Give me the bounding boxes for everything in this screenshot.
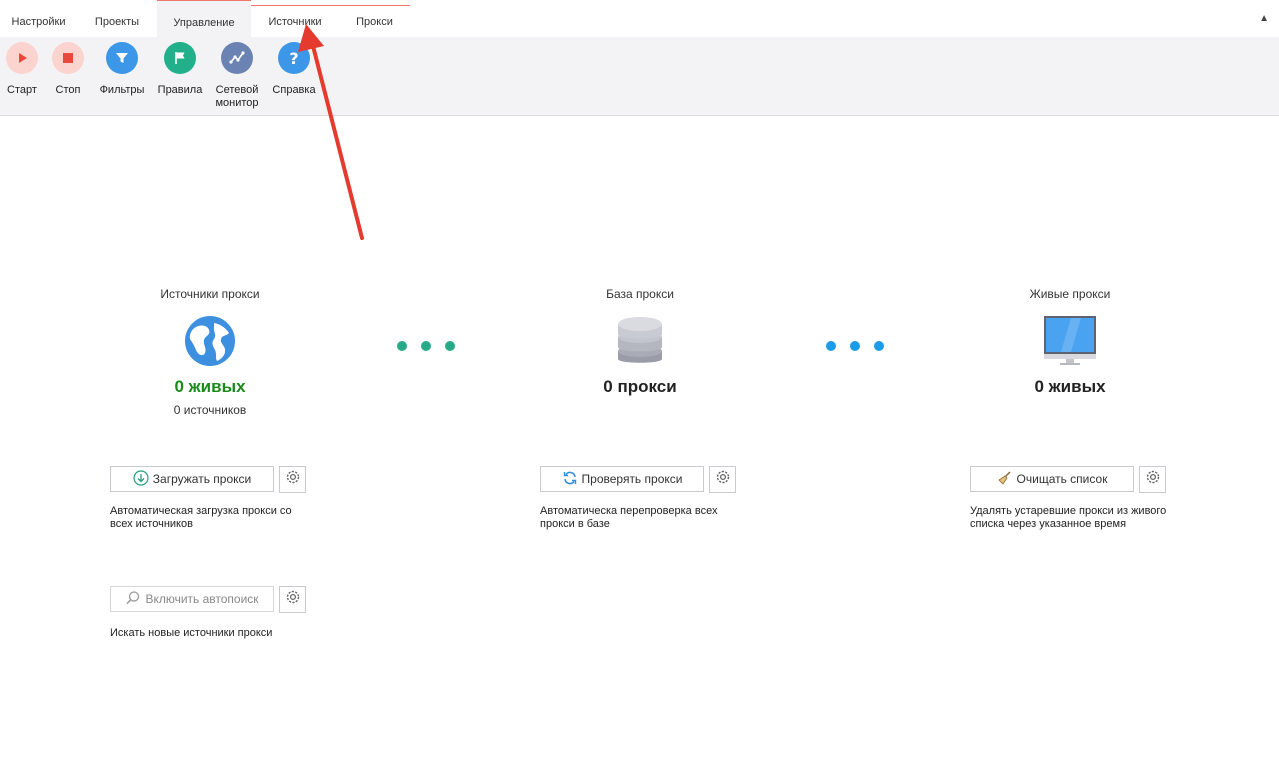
filters-label: Фильтры (99, 84, 145, 96)
enable-autosearch-button[interactable]: Включить автопоиск (110, 586, 274, 612)
tab-management[interactable]: Управление (157, 0, 251, 38)
gear-icon (285, 469, 301, 490)
help-label: Справка (272, 84, 316, 96)
base-count: 0 прокси (603, 377, 677, 396)
load-proxies-description: Автоматическая загрузка прокси со всех и… (110, 505, 292, 531)
proxy-base-panel: База прокси 0 прокси (540, 287, 740, 397)
clear-list-settings-button[interactable] (1139, 466, 1166, 493)
autosearch-description: Искать новые источники прокси (110, 627, 273, 639)
check-proxies-button[interactable]: Проверять прокси (540, 466, 704, 492)
flow-dot (421, 341, 431, 351)
search-icon (125, 590, 141, 609)
flow-dot (826, 341, 836, 351)
network-monitor-button[interactable]: Сетевой монитор (210, 42, 264, 110)
tab-proxies[interactable]: Прокси (339, 0, 410, 37)
database-icon (540, 315, 740, 369)
download-icon (133, 469, 149, 489)
check-proxies-description: Автоматическа перепроверка всех прокси в… (540, 505, 717, 531)
check-desc-line-2: прокси в базе (540, 518, 610, 530)
stop-label: Стоп (55, 84, 81, 96)
clear-desc-line-1: Удалять устаревшие прокси из живого (970, 505, 1167, 517)
clear-list-button[interactable]: Очищать список (970, 466, 1134, 492)
load-proxies-label: Загружать прокси (152, 472, 252, 486)
check-proxies-label: Проверять прокси (581, 472, 683, 486)
help-button[interactable]: ? Справка (270, 42, 318, 97)
enable-autosearch-label: Включить автопоиск (145, 592, 259, 606)
load-desc-line-1: Автоматическая загрузка прокси со (110, 505, 292, 517)
autosearch-settings-button[interactable] (279, 586, 306, 613)
flag-icon (164, 42, 196, 74)
base-title: База прокси (606, 287, 674, 301)
tab-sources[interactable]: Источники (251, 0, 339, 37)
ribbon-tab-bar: Настройки Проекты Управление Источники П… (0, 0, 1279, 38)
clear-list-description: Удалять устаревшие прокси из живого спис… (970, 505, 1166, 531)
flow-dot (874, 341, 884, 351)
rules-label: Правила (157, 84, 203, 96)
network-monitor-label-1: Сетевой (215, 84, 259, 96)
tab-settings[interactable]: Настройки (0, 0, 77, 37)
gear-icon (285, 589, 301, 610)
flow-dot (397, 341, 407, 351)
stop-button[interactable]: Стоп (50, 42, 86, 97)
load-proxies-button[interactable]: Загружать прокси (110, 466, 274, 492)
check-desc-line-1: Автоматическа перепроверка всех (540, 505, 718, 517)
gear-icon (1145, 469, 1161, 490)
alive-proxies-panel: Живые прокси 0 живых (970, 287, 1170, 397)
broom-icon (997, 470, 1013, 489)
alive-title: Живые прокси (1029, 287, 1111, 301)
sources-title: Источники прокси (160, 287, 260, 301)
sources-count: 0 источников (173, 403, 247, 417)
collapse-ribbon-icon[interactable]: ▲ (1259, 13, 1269, 24)
question-icon: ? (278, 42, 310, 74)
monitor-icon (970, 315, 1170, 369)
flow-dot (850, 341, 860, 351)
start-button[interactable]: Старт (4, 42, 40, 97)
rules-button[interactable]: Правила (155, 42, 205, 97)
proxy-sources-panel: Источники прокси 0 живых 0 источников (110, 287, 310, 417)
ribbon-toolbar: Старт Стоп Фильтры Правила Сетевой монит… (0, 37, 1279, 116)
refresh-icon (562, 470, 578, 489)
load-desc-line-2: всех источников (110, 518, 193, 530)
check-proxies-settings-button[interactable] (709, 466, 736, 493)
alive-count: 0 живых (1034, 377, 1106, 396)
load-proxies-settings-button[interactable] (279, 466, 306, 493)
clear-list-label: Очищать список (1016, 472, 1108, 486)
play-icon (6, 42, 38, 74)
filters-button[interactable]: Фильтры (96, 42, 148, 97)
globe-icon (110, 315, 310, 369)
filter-icon (106, 42, 138, 74)
stop-icon (52, 42, 84, 74)
network-monitor-label-2: монитор (215, 97, 259, 109)
clear-desc-line-2: списка через указанное время (970, 518, 1127, 530)
flow-dot (445, 341, 455, 351)
gear-icon (715, 469, 731, 490)
network-chart-icon (221, 42, 253, 74)
tab-projects[interactable]: Проекты (77, 0, 157, 37)
sources-alive-count: 0 живых (174, 377, 246, 396)
start-label: Старт (7, 84, 37, 96)
